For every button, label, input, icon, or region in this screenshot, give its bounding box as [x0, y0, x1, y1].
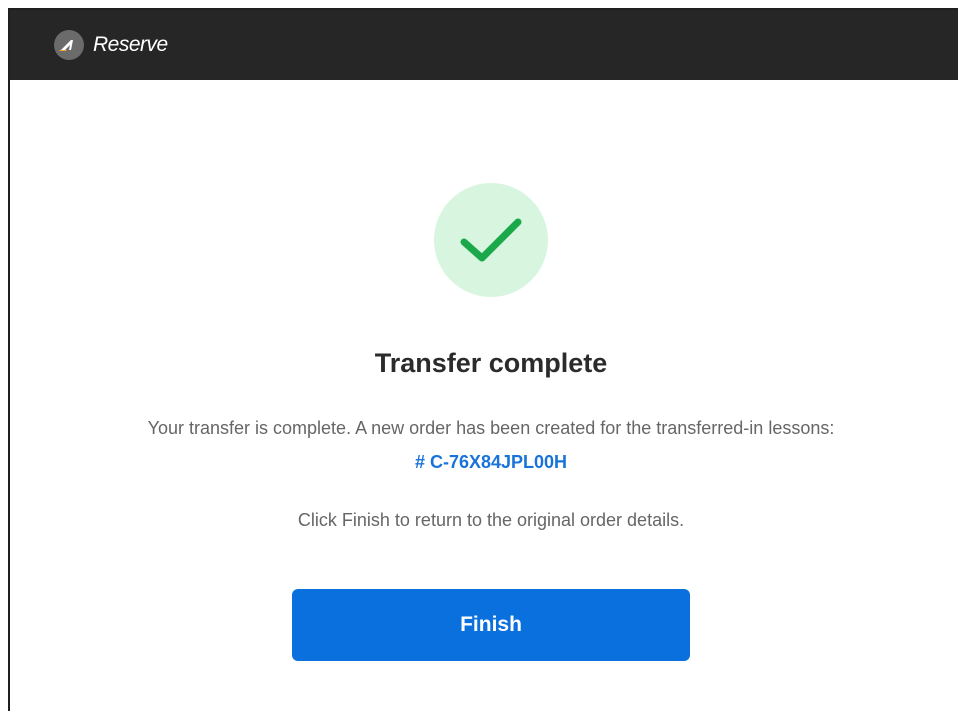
app-frame: Reserve Transfer complete Your transfer …	[8, 8, 958, 711]
finish-button[interactable]: Finish	[292, 589, 690, 661]
checkmark-icon	[460, 218, 522, 262]
new-order-link[interactable]: # C-76X84JPL00H	[10, 452, 958, 473]
completion-message: Your transfer is complete. A new order h…	[147, 418, 835, 438]
transfer-complete-panel: Transfer complete Your transfer is compl…	[10, 80, 958, 713]
top-bar: Reserve	[10, 10, 958, 80]
finish-instruction: Click Finish to return to the original o…	[297, 510, 685, 530]
success-badge	[434, 183, 548, 297]
active-logo-icon	[54, 30, 84, 60]
page-title: Transfer complete	[374, 348, 608, 378]
brand-name: Reserve	[93, 33, 168, 56]
